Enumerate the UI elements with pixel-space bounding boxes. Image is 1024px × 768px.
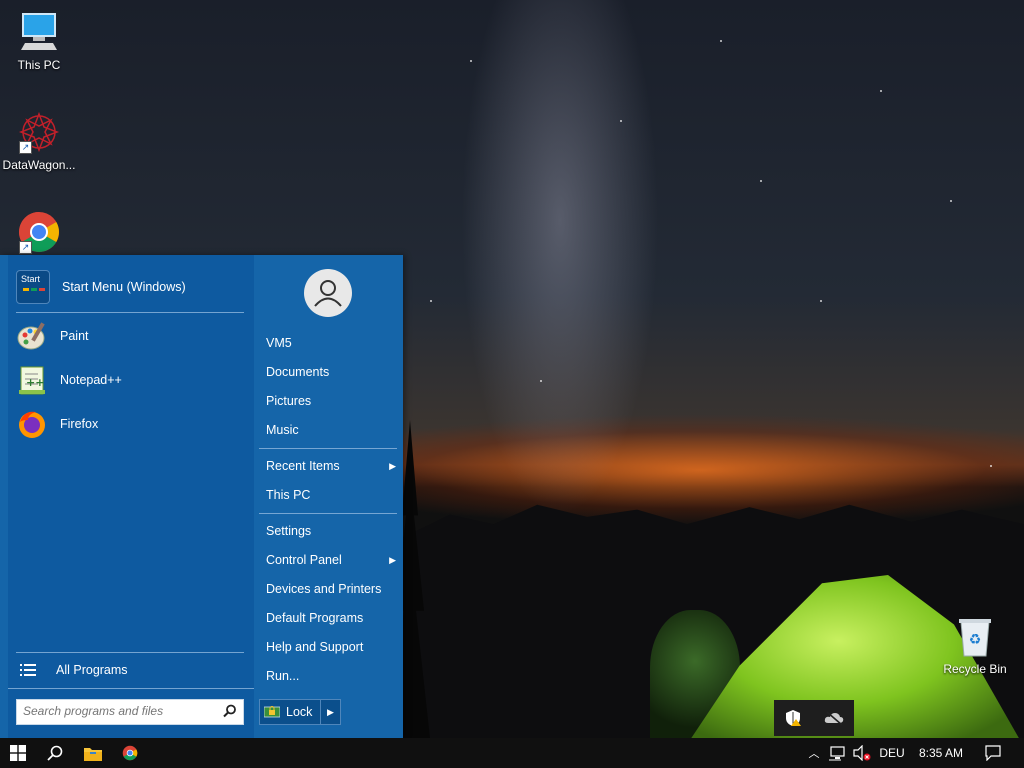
search-box[interactable]	[16, 699, 244, 725]
lock-icon	[263, 706, 281, 718]
volume-button[interactable]	[851, 738, 873, 768]
menu-item-label: Control Panel	[266, 553, 342, 567]
desktop-icon-chrome[interactable]: ↗	[1, 210, 77, 258]
star	[430, 300, 432, 302]
chevron-right-icon: ▶	[389, 461, 396, 471]
desktop-icon-datawagon[interactable]: ↗ DataWagon...	[1, 110, 77, 172]
star	[620, 120, 622, 122]
shortcut-arrow-icon: ↗	[19, 141, 32, 154]
network-status[interactable]	[826, 738, 850, 768]
star	[760, 180, 762, 182]
pinned-start-menu-windows[interactable]: Start Start Menu (Windows)	[16, 267, 252, 307]
start-menu-right-pane: VM5 Documents Pictures Music Recent Item…	[255, 255, 403, 738]
show-hidden-icons-button[interactable]: ︿	[804, 738, 824, 768]
recycle-bin-icon: ♻	[953, 614, 997, 658]
user-icon	[314, 280, 342, 307]
star	[880, 90, 882, 92]
separator	[8, 688, 254, 689]
tray-overflow-popup	[774, 700, 854, 736]
desktop-icon-label: This PC	[17, 58, 61, 72]
all-programs-label: All Programs	[56, 663, 128, 677]
chrome-icon: ↗	[17, 210, 61, 254]
start-menu-icon: Start	[16, 270, 50, 304]
menu-item-default-programs[interactable]: Default Programs	[266, 606, 396, 630]
clock[interactable]: 8:35 AM	[912, 738, 970, 768]
firefox-icon	[16, 408, 48, 440]
menu-item-settings[interactable]: Settings	[266, 519, 396, 543]
computer-icon	[17, 10, 61, 54]
svg-text:++: ++	[26, 376, 44, 389]
lock-button[interactable]: Lock	[259, 699, 323, 725]
menu-item-documents[interactable]: Documents	[266, 360, 396, 384]
speaker-muted-icon	[853, 745, 871, 761]
menu-item-recent-items[interactable]: Recent Items ▶	[266, 454, 396, 478]
star	[990, 465, 992, 467]
desktop-icon-this-pc[interactable]: This PC	[1, 10, 77, 72]
taskbar-file-explorer[interactable]	[76, 738, 110, 768]
star	[540, 380, 542, 382]
input-language[interactable]: DEU	[874, 738, 910, 768]
datawagon-icon: ↗	[17, 110, 61, 154]
security-shield-icon[interactable]	[784, 709, 802, 730]
menu-item-control-panel[interactable]: Control Panel ▶	[266, 548, 396, 572]
user-avatar[interactable]	[304, 269, 352, 317]
star	[950, 200, 952, 202]
search-icon[interactable]	[223, 704, 237, 721]
taskbar: ︿ DEU 8:35 AM	[0, 738, 1024, 768]
pinned-notepad-plus-plus[interactable]: ++ Notepad++	[16, 360, 252, 400]
menu-item-devices-printers[interactable]: Devices and Printers	[266, 577, 396, 601]
desktop-icon-label: DataWagon...	[2, 158, 76, 172]
network-disconnected-icon	[829, 746, 845, 761]
separator	[259, 448, 397, 449]
chevron-up-icon: ︿	[808, 748, 820, 760]
list-icon	[20, 663, 36, 677]
action-center-button[interactable]	[978, 738, 1008, 768]
paint-icon	[16, 320, 48, 352]
start-menu-left-pane: Start Start Menu (Windows) Paint ++ Note…	[8, 255, 254, 738]
separator	[16, 312, 244, 313]
menu-item-pictures[interactable]: Pictures	[266, 389, 396, 413]
lock-label: Lock	[286, 705, 313, 719]
svg-text:♻: ♻	[969, 632, 982, 648]
start-menu-icon-text: Start	[21, 274, 41, 284]
menu-item-this-pc[interactable]: This PC	[266, 483, 396, 507]
pinned-label: Start Menu (Windows)	[62, 280, 186, 294]
shutdown-options-arrow[interactable]: ▶	[320, 699, 341, 725]
star	[470, 60, 472, 62]
chrome-icon	[122, 745, 138, 761]
menu-item-user[interactable]: VM5	[266, 331, 396, 355]
pinned-label: Firefox	[60, 417, 99, 431]
notification-icon	[985, 745, 1001, 761]
search-icon	[47, 745, 63, 761]
menu-item-run[interactable]: Run...	[266, 664, 396, 688]
desktop-icon-label: Recycle Bin	[943, 662, 1007, 676]
all-programs-button[interactable]: All Programs	[16, 653, 252, 687]
pinned-paint[interactable]: Paint	[16, 316, 252, 356]
menu-item-help-support[interactable]: Help and Support	[266, 635, 396, 659]
menu-item-label: Recent Items	[266, 459, 340, 473]
start-button[interactable]	[0, 738, 36, 768]
search-input[interactable]	[17, 700, 219, 722]
taskbar-search-button[interactable]	[38, 738, 72, 768]
onedrive-offline-icon[interactable]	[824, 710, 844, 729]
notepad-plus-plus-icon: ++	[16, 364, 48, 396]
start-menu: Start Start Menu (Windows) Paint ++ Note…	[0, 255, 403, 738]
desktop-icon-recycle-bin[interactable]: ♻ Recycle Bin	[937, 614, 1013, 676]
star	[720, 40, 722, 42]
windows-icon	[10, 745, 26, 761]
taskbar-chrome[interactable]	[113, 738, 147, 768]
folder-icon	[84, 747, 102, 761]
pinned-firefox[interactable]: Firefox	[16, 404, 252, 444]
pinned-label: Notepad++	[60, 373, 122, 387]
pinned-label: Paint	[60, 329, 89, 343]
menu-item-music[interactable]: Music	[266, 418, 396, 442]
shortcut-arrow-icon: ↗	[19, 241, 32, 254]
chevron-right-icon: ▶	[389, 555, 396, 565]
star	[820, 300, 822, 302]
separator	[259, 513, 397, 514]
